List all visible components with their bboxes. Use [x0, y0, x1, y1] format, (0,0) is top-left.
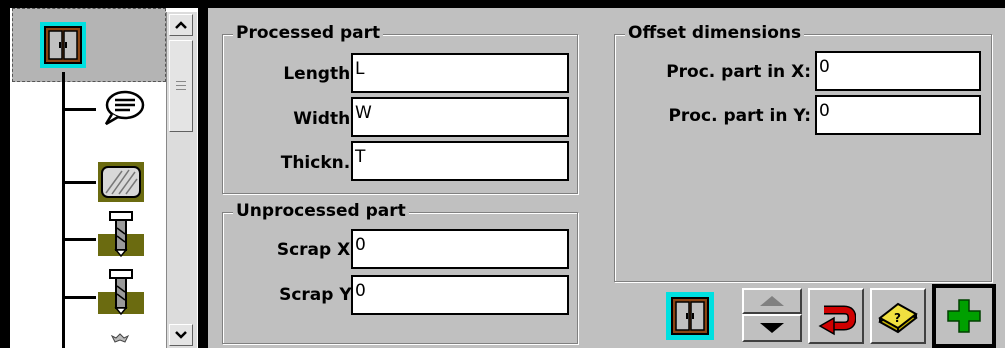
comment-bubble-icon[interactable]	[100, 88, 146, 128]
cabinet-icon[interactable]	[666, 292, 714, 340]
move-down-button[interactable]	[742, 314, 802, 342]
scrap-y-label: Scrap Y:	[279, 285, 357, 305]
main-form: Processed part Length: L Width: W Thickn…	[208, 8, 1005, 348]
tree-connector	[62, 72, 65, 348]
processed-part-title: Processed part	[233, 23, 384, 43]
processed-part-group: Processed part Length: L Width: W Thickn…	[222, 23, 578, 194]
scrap-y-input[interactable]: 0	[351, 275, 569, 315]
scrap-x-label: Scrap X:	[276, 240, 357, 260]
offset-dimensions-group: Offset dimensions Proc. part in X: 0 Pro…	[614, 23, 992, 282]
drill-icon[interactable]	[96, 268, 146, 316]
help-book-icon: ?	[878, 302, 918, 334]
chevron-up-icon	[175, 21, 187, 29]
thickness-label: Thickn.:	[280, 153, 357, 173]
tree-connector	[62, 296, 96, 299]
sawblade-icon[interactable]	[108, 330, 132, 348]
offset-dimensions-title: Offset dimensions	[625, 23, 805, 43]
tree-connector	[62, 181, 96, 184]
panel-separator	[198, 8, 208, 348]
unprocessed-part-group: Unprocessed part Scrap X: 0 Scrap Y: 0	[222, 201, 578, 344]
unprocessed-part-title: Unprocessed part	[233, 201, 409, 221]
chevron-down-icon	[175, 331, 187, 339]
add-icon	[947, 299, 981, 333]
proc-x-label: Proc. part in X:	[666, 62, 811, 82]
length-input[interactable]: L	[351, 53, 569, 93]
length-label: Length:	[283, 64, 357, 84]
width-input[interactable]: W	[351, 97, 569, 137]
width-label: Width:	[293, 109, 357, 129]
move-up-icon	[760, 296, 784, 306]
scroll-down-button[interactable]	[169, 324, 193, 346]
proc-y-input[interactable]: 0	[815, 95, 981, 135]
add-button[interactable]	[932, 284, 996, 348]
drill-icon[interactable]	[96, 210, 146, 258]
undo-icon	[818, 305, 856, 336]
help-button[interactable]: ?	[870, 288, 926, 344]
svg-text:?: ?	[894, 311, 901, 325]
panel-hatched-icon[interactable]	[96, 160, 146, 204]
tree-connector	[62, 108, 96, 111]
scroll-thumb[interactable]	[169, 40, 193, 132]
tree-scrollbar[interactable]	[166, 12, 197, 348]
proc-x-input[interactable]: 0	[815, 51, 981, 91]
thickness-input[interactable]: T	[351, 141, 569, 181]
scrap-x-input[interactable]: 0	[351, 229, 569, 269]
undo-button[interactable]	[808, 288, 864, 344]
tree-connector	[62, 238, 96, 241]
scroll-up-button[interactable]	[169, 14, 193, 36]
cabinet-icon[interactable]	[40, 22, 86, 68]
tree-item-selected[interactable]	[12, 8, 166, 82]
move-up-button[interactable]	[742, 288, 802, 314]
proc-y-label: Proc. part in Y:	[668, 106, 811, 126]
move-down-icon	[760, 323, 784, 333]
